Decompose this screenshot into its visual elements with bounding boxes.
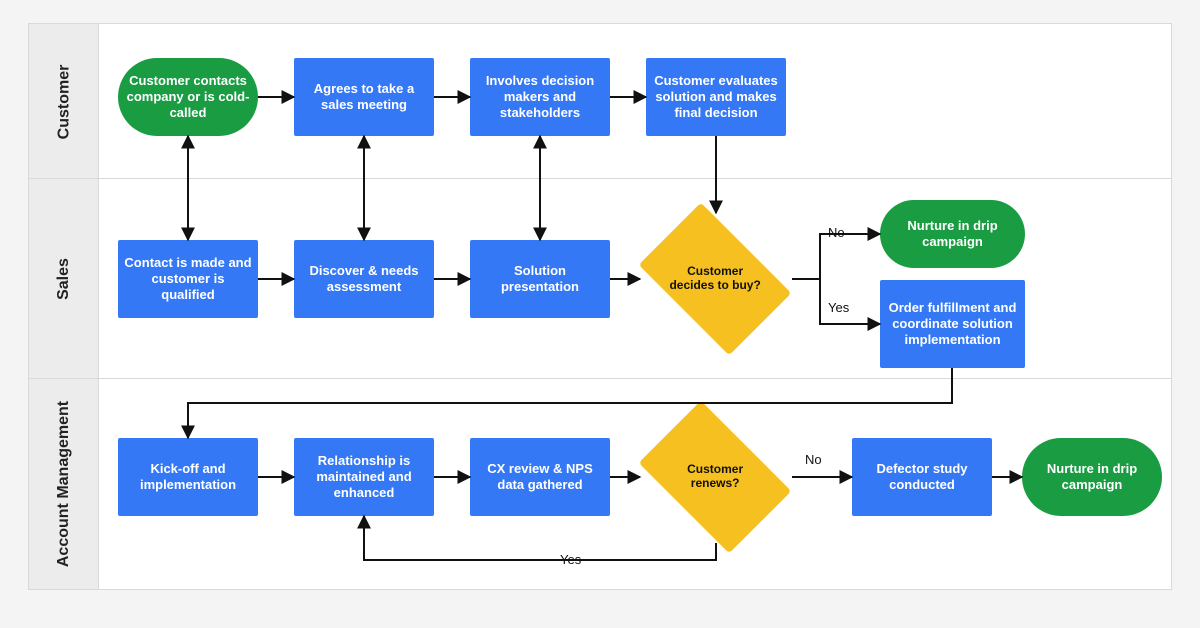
node-text: Customer decides to buy?: [665, 265, 765, 293]
swimlane-label-text: Account Management: [55, 401, 73, 567]
swimlane-label-text: Customer: [55, 64, 73, 139]
node-text: Customer renews?: [665, 463, 765, 491]
node-agrees-meeting: Agrees to take a sales meeting: [294, 58, 434, 136]
swimlane-label-sales: Sales: [28, 178, 100, 380]
swimlane-label-text: Sales: [55, 258, 73, 300]
node-nurture-drip-sales: Nurture in drip campaign: [880, 200, 1025, 268]
node-text: Customer evaluates solution and makes fi…: [652, 73, 780, 122]
node-text: CX review & NPS data gathered: [476, 461, 604, 494]
edge-label-yes-sales: Yes: [828, 300, 849, 315]
node-nurture-drip-am: Nurture in drip campaign: [1022, 438, 1162, 516]
swimlane-body-am: [98, 378, 1172, 590]
node-text: Involves decision makers and stakeholder…: [476, 73, 604, 122]
node-cx-review: CX review & NPS data gathered: [470, 438, 610, 516]
node-text: Contact is made and customer is qualifie…: [124, 255, 252, 304]
node-text: Nurture in drip campaign: [1028, 461, 1156, 494]
node-text: Defector study conducted: [858, 461, 986, 494]
node-solution-presentation: Solution presentation: [470, 240, 610, 318]
node-customer-contact: Customer contacts company or is cold-cal…: [118, 58, 258, 136]
node-text: Relationship is maintained and enhanced: [300, 453, 428, 502]
node-text: Solution presentation: [476, 263, 604, 296]
node-text: Agrees to take a sales meeting: [300, 81, 428, 114]
node-text: Nurture in drip campaign: [886, 218, 1019, 251]
node-text: Order fulfillment and coordinate solutio…: [886, 300, 1019, 349]
edge-label-no-sales: No: [828, 225, 845, 240]
node-text: Discover & needs assessment: [300, 263, 428, 296]
diagram-canvas: Customer Sales Account Management Custom…: [0, 0, 1200, 628]
node-text: Kick-off and implementation: [124, 461, 252, 494]
swimlane-label-am: Account Management: [28, 378, 100, 590]
edge-label-yes-am: Yes: [560, 552, 581, 567]
edge-label-no-am: No: [805, 452, 822, 467]
node-evaluates-solution: Customer evaluates solution and makes fi…: [646, 58, 786, 136]
node-discover-needs: Discover & needs assessment: [294, 240, 434, 318]
swimlane-body-customer: [98, 23, 1172, 180]
swimlane-label-customer: Customer: [28, 23, 100, 180]
node-text: Customer contacts company or is cold-cal…: [124, 73, 252, 122]
node-involves-stakeholders: Involves decision makers and stakeholder…: [470, 58, 610, 136]
node-kickoff: Kick-off and implementation: [118, 438, 258, 516]
node-defector-study: Defector study conducted: [852, 438, 992, 516]
node-contact-qualified: Contact is made and customer is qualifie…: [118, 240, 258, 318]
node-order-fulfillment: Order fulfillment and coordinate solutio…: [880, 280, 1025, 368]
node-relationship-maintained: Relationship is maintained and enhanced: [294, 438, 434, 516]
